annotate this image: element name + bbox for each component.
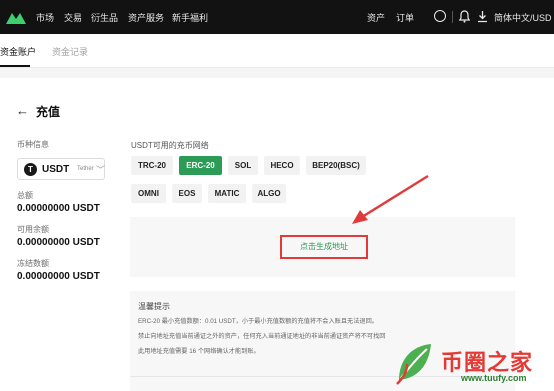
active-tab-underline [0, 65, 30, 67]
network-chip-heco[interactable]: HECO [264, 156, 300, 175]
total-value: 0.00000000 USDT [17, 203, 100, 214]
page-title: 充值 [36, 105, 61, 119]
tips-title: 温馨提示 [138, 302, 170, 311]
tips-line-min-deposit: ERC-20 最小充值数额：0.01 USDT，小于最小充值数额的充值将不会入账… [138, 318, 378, 325]
nav-asset-services[interactable]: 资产服务 [128, 11, 164, 24]
tab-funding-account[interactable]: 资金账户 [0, 45, 36, 58]
top-navigation-bar: 市场 交易 衍生品 资产服务 新手福利 资产 订单 简体中文/USD [0, 0, 554, 34]
network-chip-trc20[interactable]: TRC-20 [131, 156, 173, 175]
download-icon[interactable] [477, 10, 488, 23]
nav-newbie-rewards[interactable]: 新手福利 [172, 11, 208, 24]
total-label: 总额 [17, 191, 33, 200]
network-chip-matic[interactable]: MATIC [208, 184, 246, 203]
tips-line-wrong-asset: 禁止向地址充值当前通证之外的资产，任何充入当前通证地址的非当前通证资产将不可找回 [138, 333, 386, 340]
available-value: 0.00000000 USDT [17, 237, 100, 248]
nav-orders[interactable]: 订单 [396, 11, 414, 24]
back-arrow-icon[interactable]: ← [16, 103, 29, 118]
network-chip-erc20[interactable]: ERC-20 [179, 156, 222, 175]
nav-assets[interactable]: 资产 [367, 11, 385, 24]
network-chip-sol[interactable]: SOL [228, 156, 258, 175]
account-subnav: 资金账户 资金记录 [0, 34, 554, 68]
section-separator [0, 68, 554, 78]
nav-market[interactable]: 市场 [36, 11, 54, 24]
generate-address-button[interactable]: 点击生成地址 [280, 235, 368, 259]
nav-derivatives[interactable]: 衍生品 [91, 11, 118, 24]
network-chip-omni[interactable]: OMNI [131, 184, 166, 203]
coin-info-label: 币种信息 [17, 140, 49, 149]
tips-line-confirmations: 此用地址充值需要 16 个网络确认才能到账。 [138, 348, 260, 355]
tether-icon: T [24, 163, 37, 176]
network-section-title: USDT可用的充币网络 [131, 141, 209, 150]
bell-icon[interactable] [459, 10, 470, 23]
frozen-label: 冻结数额 [17, 259, 49, 268]
chevron-down-icon: ﹀ [96, 165, 106, 175]
coin-symbol: USDT [42, 164, 70, 175]
coin-fullname: Tether [77, 166, 94, 172]
watermark-leaf-logo-icon [396, 344, 431, 385]
network-chip-eos[interactable]: EOS [172, 184, 202, 203]
available-label: 可用余额 [17, 225, 49, 234]
language-currency-selector[interactable]: 简体中文/USD [494, 11, 552, 24]
nav-trade[interactable]: 交易 [64, 11, 82, 24]
user-avatar-icon[interactable] [434, 10, 446, 22]
topbar-divider [452, 11, 453, 23]
annotation-arrow-icon [352, 174, 429, 224]
frozen-value: 0.00000000 USDT [17, 271, 100, 282]
coin-select[interactable]: T USDT Tether ﹀ [17, 158, 105, 180]
watermark-url: www.tuufy.com [461, 373, 527, 383]
tab-funding-records[interactable]: 资金记录 [52, 45, 88, 58]
network-chip-algo[interactable]: ALGO [252, 184, 286, 203]
okx-logo-icon[interactable] [6, 10, 26, 24]
